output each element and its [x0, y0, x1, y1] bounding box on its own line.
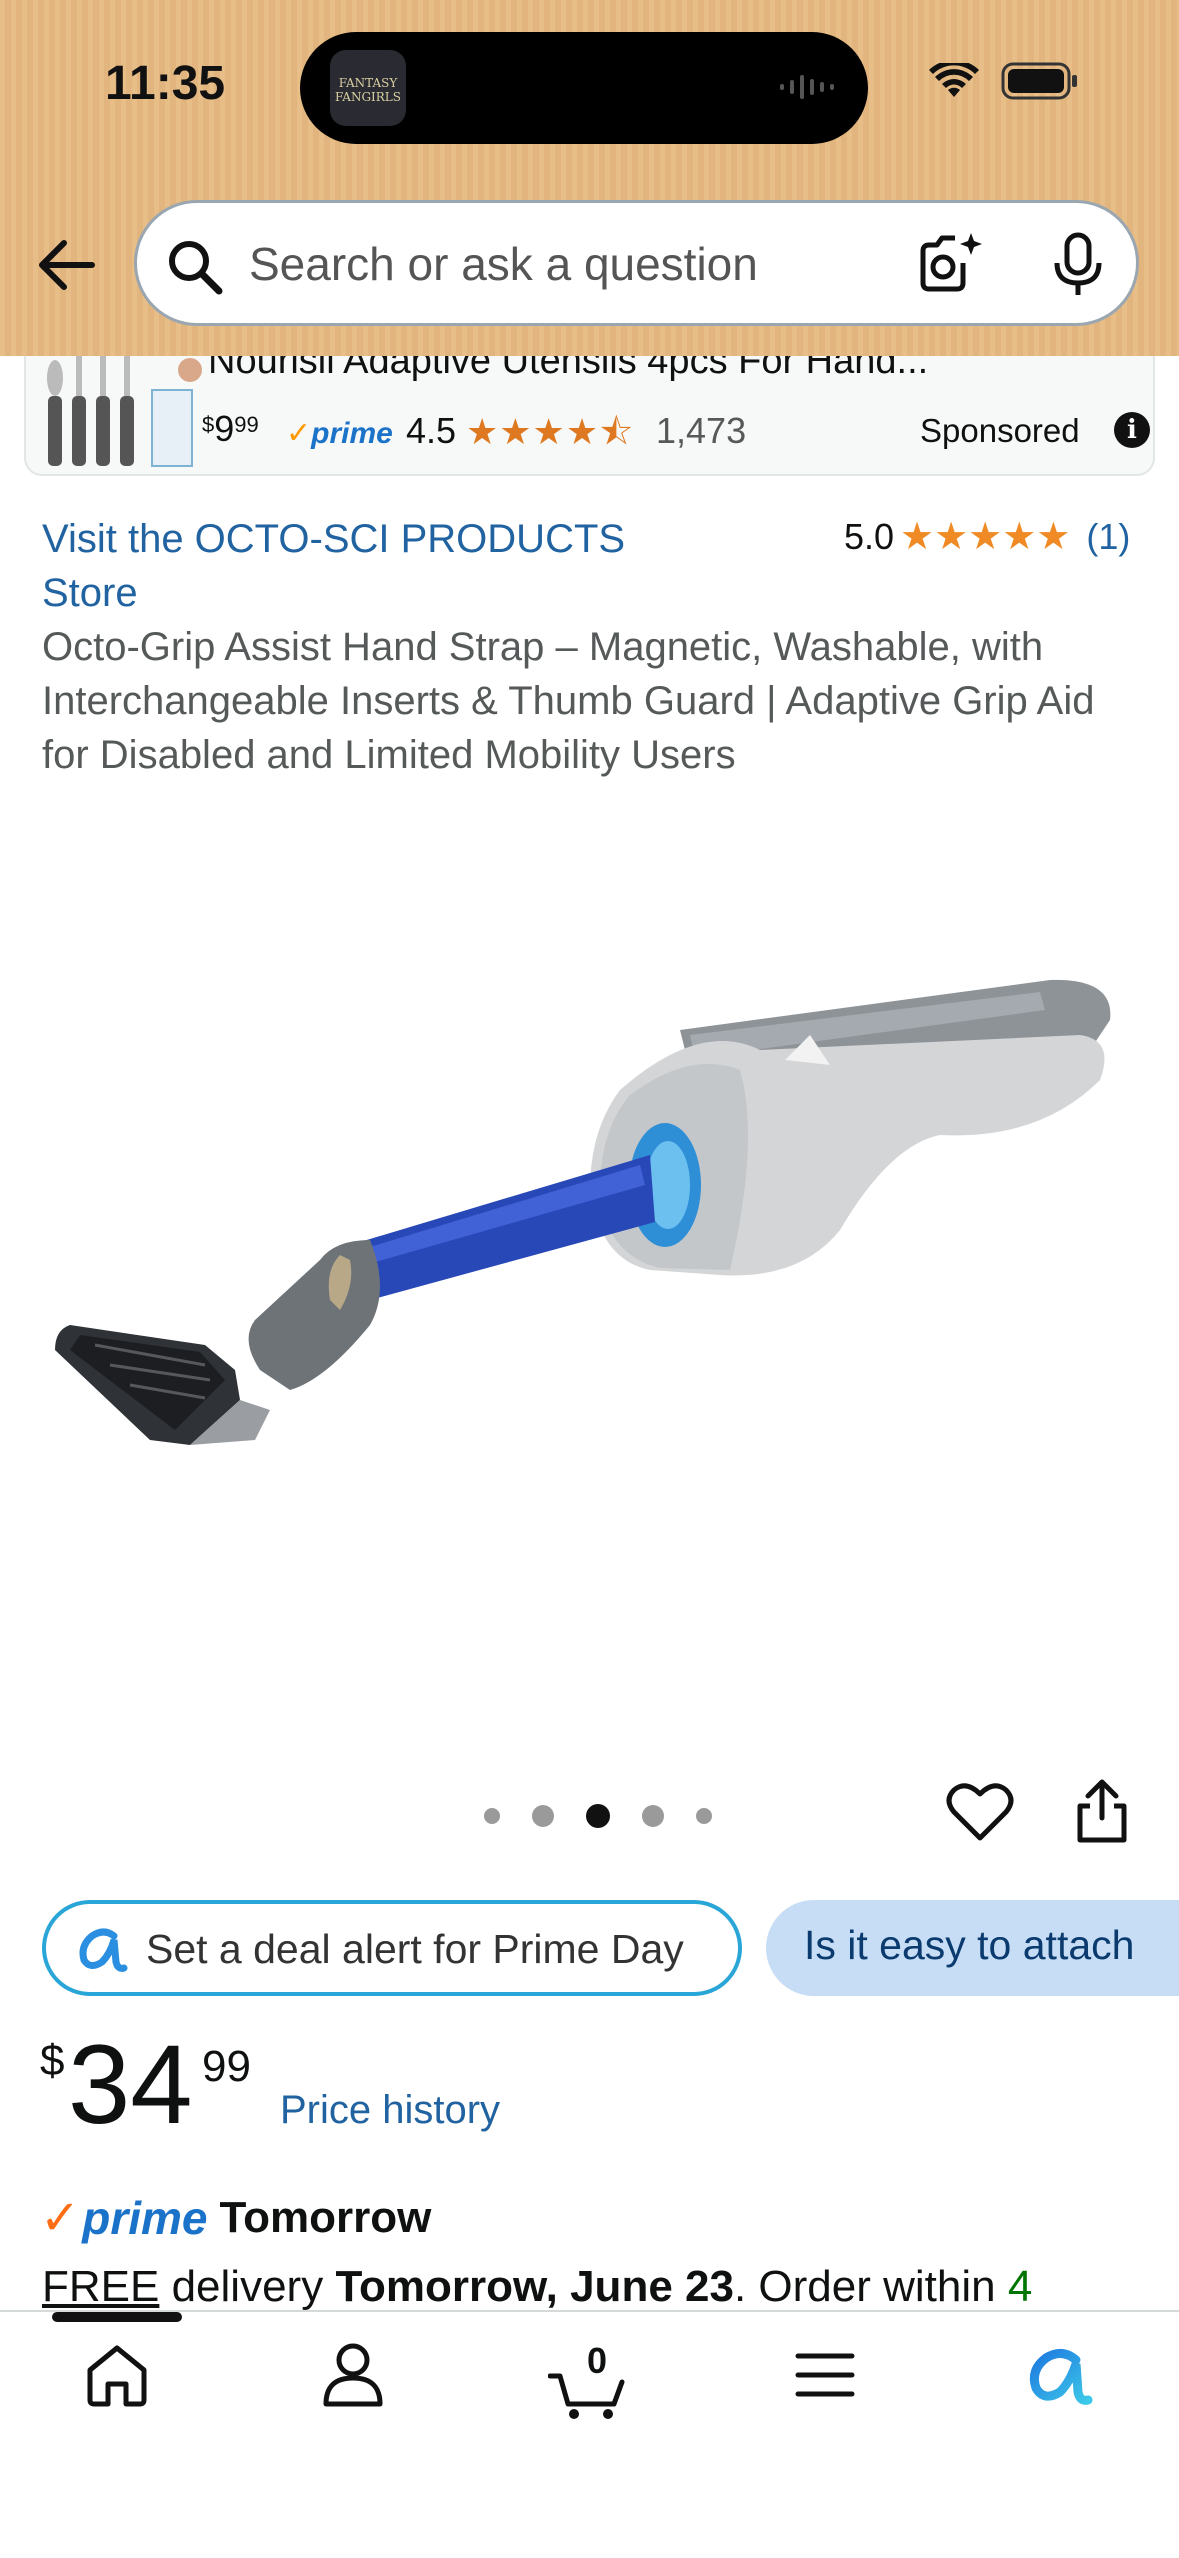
ad-title[interactable]: Nourisil Adaptive Utensils 4pcs For Hand…	[208, 356, 928, 383]
microphone-icon[interactable]	[1043, 229, 1113, 299]
rating-stars: ★★★★★	[900, 516, 1071, 558]
ad-price: $999	[202, 408, 259, 449]
heart-icon[interactable]	[946, 1780, 1014, 1844]
app-logo-icon: FANTASY FANGIRLS	[330, 50, 406, 126]
camera-search-icon[interactable]	[915, 229, 985, 299]
dynamic-island[interactable]: FANTASY FANGIRLS	[300, 32, 868, 144]
carousel-dot[interactable]	[642, 1805, 664, 1827]
sponsored-ad-card[interactable]: Nourisil Adaptive Utensils 4pcs For Hand…	[24, 356, 1155, 476]
account-icon[interactable]	[318, 2340, 388, 2410]
active-tab-indicator	[52, 2312, 182, 2322]
carousel-dot[interactable]	[484, 1808, 500, 1824]
rufus-assistant-icon[interactable]	[1024, 2340, 1094, 2410]
delivery-date: Tomorrow, June 23	[335, 2262, 734, 2311]
sponsored-label: Sponsored	[920, 412, 1080, 449]
info-icon[interactable]: i	[1114, 412, 1150, 448]
review-count[interactable]: (1)	[1086, 516, 1130, 558]
store-link[interactable]: Visit the OCTO-SCI PRODUCTS Store	[42, 512, 662, 620]
ad-rating-stars: ★★★★⯪	[466, 411, 635, 452]
price-history-link[interactable]: Price history	[280, 2088, 500, 2133]
search-input[interactable]	[247, 227, 901, 301]
carousel-dot[interactable]	[532, 1805, 554, 1827]
ad-prime-badge: ✓prime	[286, 417, 393, 450]
ad-rating-value: 4.5	[406, 410, 457, 451]
ad-product-image	[47, 356, 202, 467]
prime-label: prime	[82, 2192, 208, 2244]
header: 11:35 FANTASY FANGIRLS	[0, 0, 1179, 356]
prime-check-icon: ✓	[40, 2192, 81, 2245]
product-image[interactable]	[40, 940, 1150, 1540]
cart-icon[interactable]	[548, 2370, 628, 2420]
question-chip-label: Is it easy to attach	[804, 1922, 1135, 1968]
status-time: 11:35	[105, 57, 226, 110]
order-time-left: 4	[1007, 2262, 1033, 2311]
battery-icon	[1001, 62, 1077, 100]
free-delivery-link[interactable]: FREE	[42, 2262, 159, 2311]
search-bar[interactable]	[134, 200, 1139, 326]
rating-value: 5.0	[844, 515, 895, 557]
rufus-icon	[79, 1928, 128, 1972]
product-rating[interactable]: 5.0 ★★★★★ (1)	[844, 514, 1130, 559]
price-currency: $	[40, 2036, 65, 2085]
carousel-dot[interactable]	[696, 1808, 712, 1824]
deal-alert-chip[interactable]: Set a deal alert for Prime Day	[42, 1900, 742, 1996]
carousel-dot-active[interactable]	[586, 1804, 610, 1828]
ad-review-count: 1,473	[656, 410, 747, 451]
audio-wave-icon	[780, 75, 834, 99]
menu-icon[interactable]	[790, 2340, 860, 2410]
prime-check-icon: ✓	[286, 417, 312, 450]
image-carousel-dots[interactable]	[484, 1804, 712, 1828]
delivery-speed: Tomorrow	[219, 2193, 432, 2242]
wifi-icon	[929, 63, 979, 97]
share-icon[interactable]	[1072, 1776, 1132, 1846]
prime-delivery-badge: ✓ prime Tomorrow	[40, 2190, 431, 2246]
search-icon	[169, 241, 223, 295]
status-icons	[929, 62, 1079, 100]
question-chip[interactable]: Is it easy to attach	[766, 1900, 1179, 1996]
home-icon[interactable]	[82, 2340, 152, 2410]
back-arrow-icon[interactable]	[36, 235, 96, 295]
deal-alert-label: Set a deal alert for Prime Day	[146, 1926, 684, 1972]
product-title: Octo-Grip Assist Hand Strap – Magnetic, …	[42, 625, 1095, 777]
delivery-text: FREE delivery Tomorrow, June 23. Order w…	[42, 2262, 1033, 2311]
price-fraction: 99	[202, 2042, 251, 2091]
price-whole: 34	[68, 2022, 193, 2147]
